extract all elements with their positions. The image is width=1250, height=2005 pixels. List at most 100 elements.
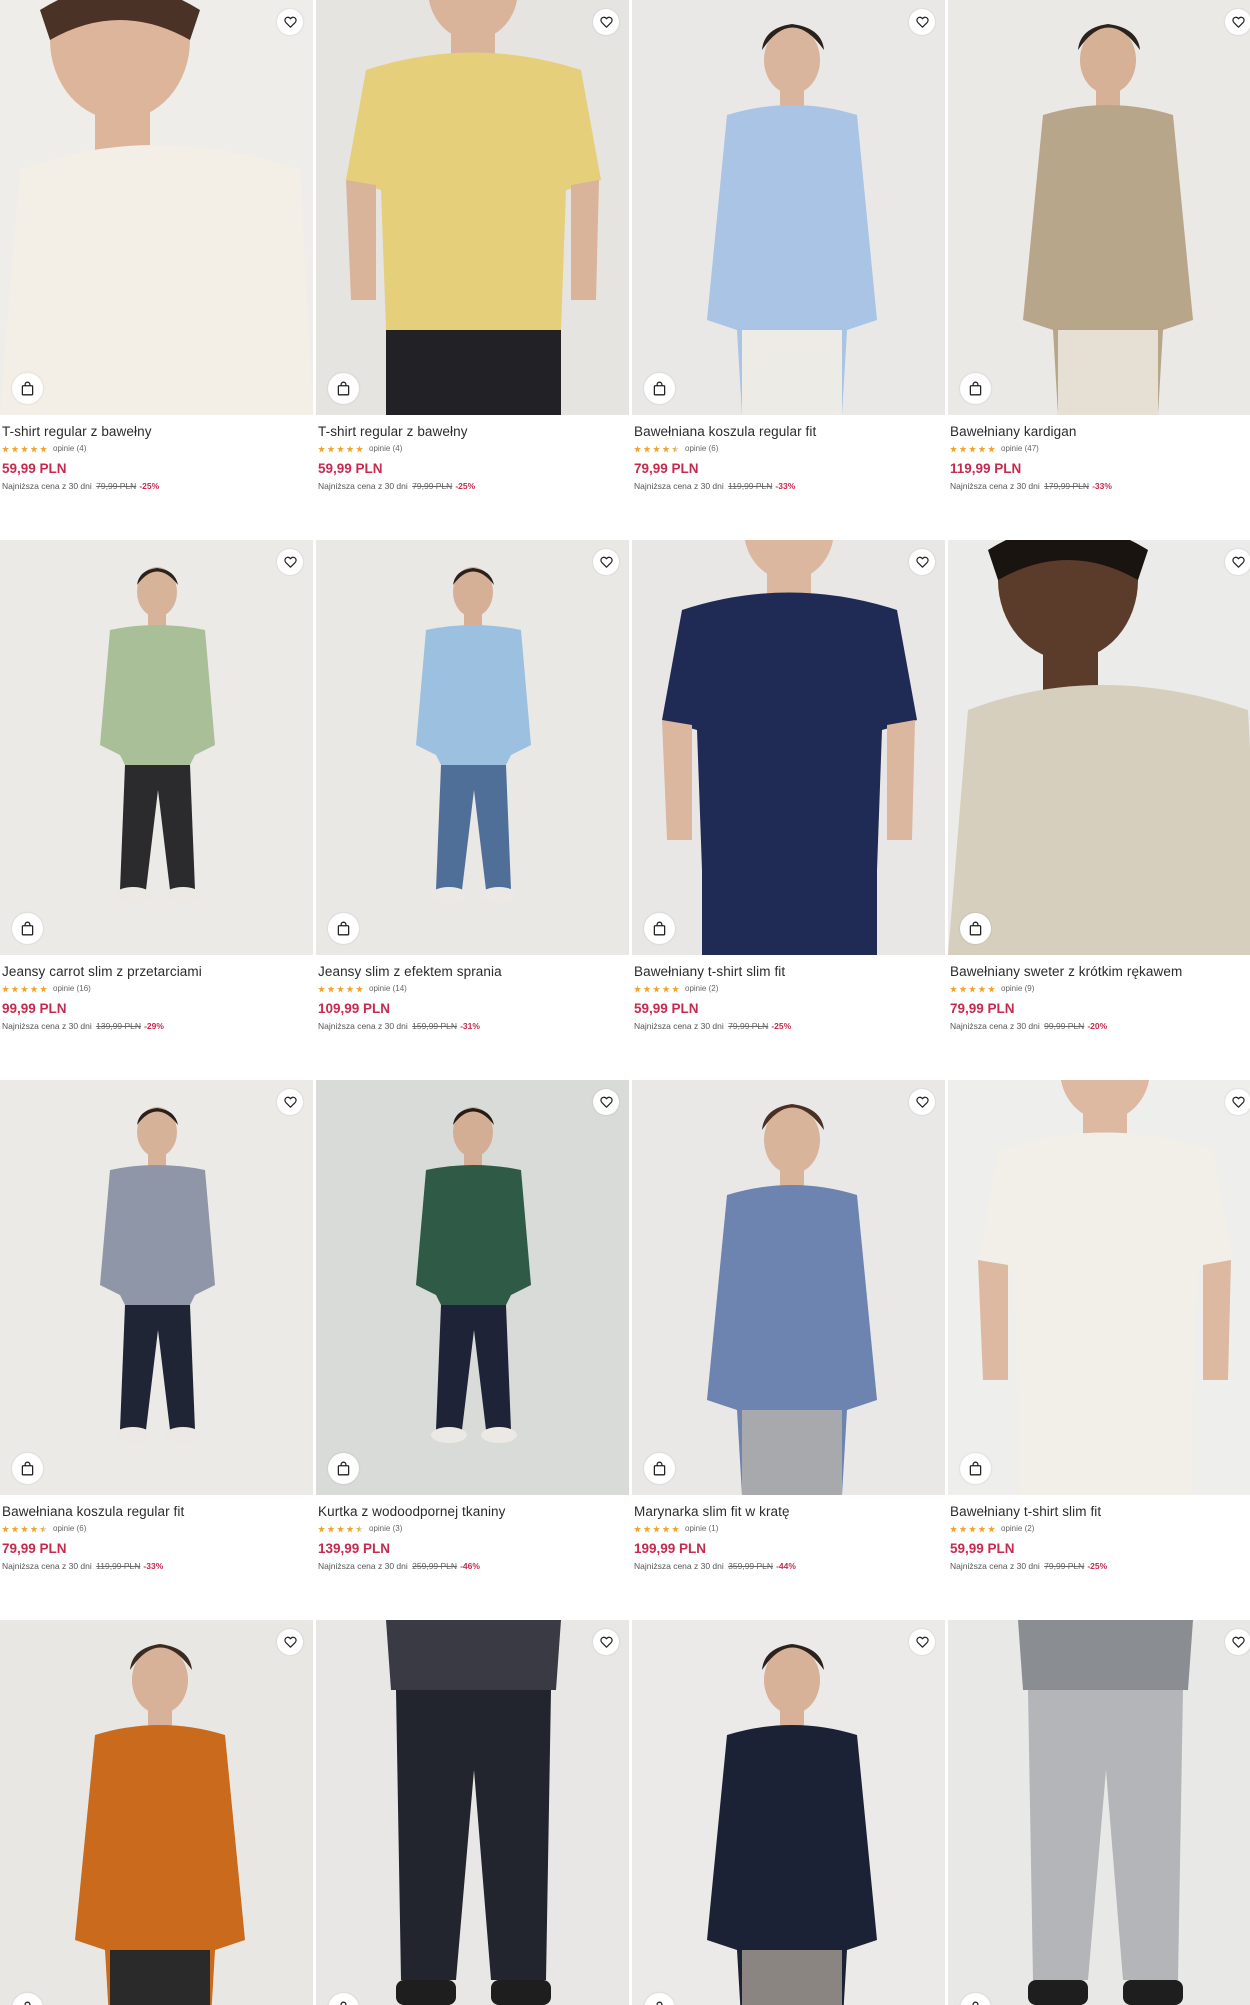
product-name[interactable]: T-shirt regular z bawełny — [2, 424, 311, 440]
product-name[interactable]: Bawełniana koszula regular fit — [2, 1504, 311, 1520]
lowest-price-info: Najniższa cena z 30 dni 119,99 PLN -33% — [634, 481, 943, 492]
product-image[interactable] — [948, 1080, 1250, 1495]
product-image[interactable] — [948, 0, 1250, 415]
favorite-button[interactable] — [593, 549, 619, 575]
product-card[interactable]: Bawełniany sweter z krótkim rękawem opini… — [948, 540, 1250, 1060]
star-icon — [40, 985, 47, 993]
favorite-button[interactable] — [1225, 9, 1250, 35]
product-image[interactable] — [316, 1080, 629, 1495]
product-card[interactable]: Kurtka z wodoodpornej tkaniny opinie (3) 1… — [316, 1080, 629, 1600]
add-to-cart-button[interactable] — [960, 913, 991, 944]
product-card[interactable]: Bawełniana koszula regular fit opinie (6)… — [632, 0, 945, 520]
add-to-cart-button[interactable] — [328, 913, 359, 944]
product-info: Bawełniany kardigan opinie (47) 119,99 PLN… — [950, 424, 1250, 492]
product-card[interactable]: T-shirt regular z bawełny opinie (4) 59,99… — [0, 0, 313, 520]
product-info: Kurtka z wodoodpornej tkaniny opinie (3) 1… — [318, 1504, 627, 1572]
favorite-button[interactable] — [909, 1629, 935, 1655]
favorite-button[interactable] — [1225, 1629, 1250, 1655]
product-card[interactable] — [948, 1620, 1250, 2005]
product-name[interactable]: T-shirt regular z bawełny — [318, 424, 627, 440]
product-name[interactable]: Bawełniany t-shirt slim fit — [634, 964, 943, 980]
product-card[interactable]: Jeansy slim z efektem sprania opinie (14)… — [316, 540, 629, 1060]
add-to-cart-button[interactable] — [12, 913, 43, 944]
product-name[interactable]: Bawełniana koszula regular fit — [634, 424, 943, 440]
favorite-button[interactable] — [1225, 1089, 1250, 1115]
review-count[interactable]: opinie (6) — [685, 444, 718, 454]
discount-badge: -33% — [1092, 481, 1112, 491]
add-to-cart-button[interactable] — [328, 1453, 359, 1484]
product-card[interactable]: Marynarka slim fit w kratę opinie (1) 199,… — [632, 1080, 945, 1600]
add-to-cart-button[interactable] — [644, 373, 675, 404]
review-count[interactable]: opinie (2) — [1001, 1524, 1034, 1534]
review-count[interactable]: opinie (3) — [369, 1524, 402, 1534]
product-image[interactable] — [0, 0, 313, 415]
heart-icon — [283, 1096, 297, 1108]
favorite-button[interactable] — [909, 9, 935, 35]
product-card[interactable]: Bawełniany t-shirt slim fit opinie (2) 59,… — [632, 540, 945, 1060]
product-card[interactable] — [316, 1620, 629, 2005]
product-name[interactable]: Jeansy carrot slim z przetarciami — [2, 964, 311, 980]
favorite-button[interactable] — [593, 9, 619, 35]
product-name[interactable]: Kurtka z wodoodpornej tkaniny — [318, 1504, 627, 1520]
product-card[interactable] — [0, 1620, 313, 2005]
lowest-price-label: Najniższa cena z 30 dni — [318, 1561, 408, 1571]
add-to-cart-button[interactable] — [12, 373, 43, 404]
favorite-button[interactable] — [277, 1089, 303, 1115]
product-image[interactable] — [0, 1080, 313, 1495]
product-image[interactable] — [632, 1080, 945, 1495]
product-name[interactable]: Bawełniany kardigan — [950, 424, 1250, 440]
add-to-cart-button[interactable] — [960, 373, 991, 404]
product-card[interactable]: Bawełniana koszula regular fit opinie (6)… — [0, 1080, 313, 1600]
shopping-bag-icon — [969, 381, 982, 396]
product-card[interactable]: T-shirt regular z bawełny opinie (4) 59,99… — [316, 0, 629, 520]
favorite-button[interactable] — [1225, 549, 1250, 575]
product-info: Bawełniana koszula regular fit opinie (6)… — [634, 424, 943, 492]
review-count[interactable]: opinie (6) — [53, 1524, 86, 1534]
rating: opinie (47) — [950, 444, 1250, 454]
product-name[interactable]: Jeansy slim z efektem sprania — [318, 964, 627, 980]
review-count[interactable]: opinie (9) — [1001, 984, 1034, 994]
review-count[interactable]: opinie (4) — [53, 444, 86, 454]
product-image[interactable] — [316, 540, 629, 955]
add-to-cart-button[interactable] — [644, 1453, 675, 1484]
product-image[interactable] — [948, 1620, 1250, 2005]
product-image[interactable] — [0, 1620, 313, 2005]
lowest-price-label: Najniższa cena z 30 dni — [950, 481, 1040, 491]
product-card[interactable]: Jeansy carrot slim z przetarciami opinie … — [0, 540, 313, 1060]
product-name[interactable]: Bawełniany sweter z krótkim rękawem — [950, 964, 1250, 980]
product-card[interactable]: Bawełniany t-shirt slim fit opinie (2) 59,… — [948, 1080, 1250, 1600]
product-name[interactable]: Marynarka slim fit w kratę — [634, 1504, 943, 1520]
favorite-button[interactable] — [277, 9, 303, 35]
product-image[interactable] — [632, 0, 945, 415]
product-image[interactable] — [316, 1620, 629, 2005]
review-count[interactable]: opinie (16) — [53, 984, 91, 994]
product-image[interactable] — [0, 540, 313, 955]
review-count[interactable]: opinie (47) — [1001, 444, 1039, 454]
favorite-button[interactable] — [277, 1629, 303, 1655]
favorite-button[interactable] — [909, 1089, 935, 1115]
product-image[interactable] — [632, 540, 945, 955]
product-name[interactable]: Bawełniany t-shirt slim fit — [950, 1504, 1250, 1520]
favorite-button[interactable] — [593, 1629, 619, 1655]
review-count[interactable]: opinie (4) — [369, 444, 402, 454]
star-icon — [21, 445, 28, 453]
star-icon — [40, 1525, 47, 1533]
product-image[interactable] — [632, 1620, 945, 2005]
favorite-button[interactable] — [593, 1089, 619, 1115]
add-to-cart-button[interactable] — [644, 913, 675, 944]
add-to-cart-button[interactable] — [328, 373, 359, 404]
add-to-cart-button[interactable] — [12, 1453, 43, 1484]
star-icon — [40, 445, 47, 453]
product-image[interactable] — [948, 540, 1250, 955]
favorite-button[interactable] — [277, 549, 303, 575]
review-count[interactable]: opinie (2) — [685, 984, 718, 994]
star-icon — [969, 445, 976, 453]
review-count[interactable]: opinie (1) — [685, 1524, 718, 1534]
product-image[interactable] — [316, 0, 629, 415]
review-count[interactable]: opinie (14) — [369, 984, 407, 994]
product-card[interactable] — [632, 1620, 945, 2005]
old-price: 79,99 PLN — [728, 1021, 769, 1031]
favorite-button[interactable] — [909, 549, 935, 575]
add-to-cart-button[interactable] — [960, 1453, 991, 1484]
product-card[interactable]: Bawełniany kardigan opinie (47) 119,99 PLN… — [948, 0, 1250, 520]
